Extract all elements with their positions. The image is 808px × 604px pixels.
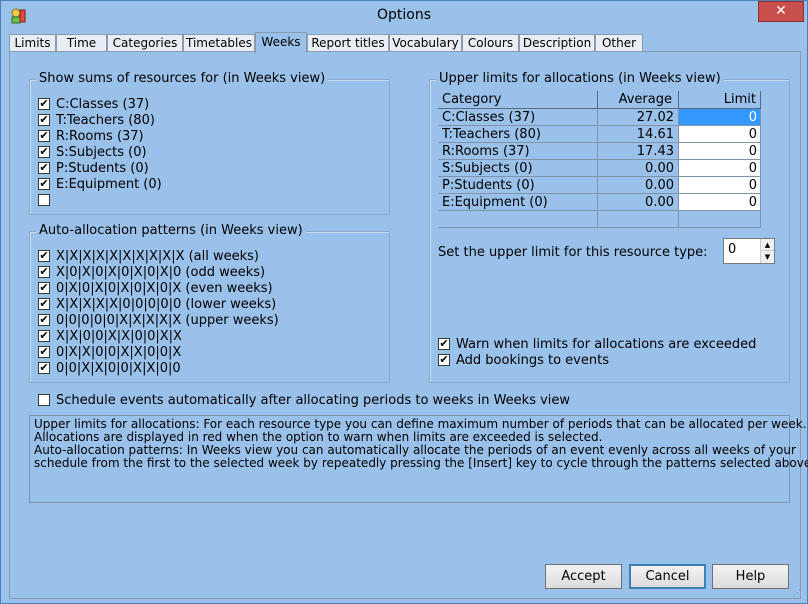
limit-cell[interactable]: 0 — [679, 194, 761, 211]
check-icon: ✔ — [38, 249, 50, 262]
check-icon: ✔ — [38, 113, 50, 126]
sums-checkbox-classes[interactable]: ✔ C:Classes (37) — [38, 96, 149, 112]
tab-report-titles[interactable]: Report titles — [307, 34, 389, 52]
pattern-checkbox-8[interactable]: ✔ 0|0|X|X|0|0|X|X|0|0 — [38, 360, 181, 376]
sums-checkbox-teachers[interactable]: ✔ T:Teachers (80) — [38, 112, 155, 128]
column-header-average[interactable]: Average — [598, 91, 679, 109]
check-icon: ✔ — [38, 97, 50, 110]
limit-cell[interactable] — [679, 211, 761, 228]
limit-cell[interactable]: 0 — [679, 160, 761, 177]
check-icon: ✔ — [38, 361, 50, 374]
pattern-checkbox-lower-weeks[interactable]: ✔ X|X|X|X|X|0|0|0|0|0 (lower weeks) — [38, 296, 276, 312]
sums-checkbox-students[interactable]: ✔ P:Students (0) — [38, 160, 149, 176]
check-icon: ✔ — [438, 353, 450, 366]
table-row[interactable]: E:Equipment (0) 0.00 0 — [438, 194, 761, 211]
sums-groupbox: Show sums of resources for (in Weeks vie… — [29, 71, 390, 215]
tab-description[interactable]: Description — [519, 34, 595, 52]
limit-cell[interactable]: 0 — [679, 126, 761, 143]
tab-limits[interactable]: Limits — [9, 34, 56, 52]
check-icon: ✔ — [38, 345, 50, 358]
set-limit-label: Set the upper limit for this resource ty… — [438, 245, 708, 260]
pattern-checkbox-6[interactable]: ✔ X|X|0|0|X|X|0|0|X|X — [38, 328, 182, 344]
check-icon: ✔ — [38, 329, 50, 342]
help-text-box: Upper limits for allocations: For each r… — [29, 415, 808, 503]
limit-cell[interactable]: 0 — [679, 177, 761, 194]
check-icon: ✔ — [38, 129, 50, 142]
pattern-checkbox-7[interactable]: ✔ 0|X|X|0|0|X|X|0|0|X — [38, 344, 181, 360]
limit-spinbox-value[interactable]: 0 — [728, 242, 736, 257]
sums-group-title: Show sums of resources for (in Weeks vie… — [36, 71, 329, 86]
tab-vocabulary[interactable]: Vocabulary — [389, 34, 462, 52]
help-button[interactable]: Help — [712, 564, 789, 589]
sums-checkbox-subjects[interactable]: ✔ S:Subjects (0) — [38, 144, 147, 160]
options-dialog: Options ✕ Limits Time Categories Timetab… — [0, 0, 808, 604]
window-title: Options — [376, 7, 432, 23]
check-icon: ✔ — [38, 145, 50, 158]
add-bookings-checkbox[interactable]: ✔ Add bookings to events — [438, 352, 609, 368]
limit-cell-selected[interactable]: 0 — [679, 109, 761, 126]
sums-checkbox-rooms[interactable]: ✔ R:Rooms (37) — [38, 128, 144, 144]
table-row[interactable] — [438, 211, 761, 228]
column-header-limit[interactable]: Limit — [679, 91, 761, 109]
spin-up-icon[interactable]: ▲ — [761, 239, 774, 251]
check-icon: ✔ — [38, 313, 50, 326]
tab-weeks[interactable]: Weeks — [255, 32, 307, 53]
sums-checkbox-equipment[interactable]: ✔ E:Equipment (0) — [38, 176, 162, 192]
pattern-checkbox-odd-weeks[interactable]: ✔ X|0|X|0|X|0|X|0|X|0 (odd weeks) — [38, 264, 265, 280]
tab-bar: Limits Time Categories Timetables Weeks … — [9, 32, 801, 53]
limits-group-title: Upper limits for allocations (in Weeks v… — [436, 71, 724, 86]
column-header-category[interactable]: Category — [438, 91, 598, 109]
title-bar: Options ✕ — [1, 1, 807, 31]
limit-spinbox[interactable]: 0 ▲ ▼ — [723, 238, 775, 264]
tab-other[interactable]: Other — [595, 34, 643, 52]
table-row[interactable]: P:Students (0) 0.00 0 — [438, 177, 761, 194]
resize-grip-icon[interactable]: ⋰ — [793, 589, 803, 599]
warn-limits-checkbox[interactable]: ✔ Warn when limits for allocations are ex… — [438, 336, 756, 352]
check-icon: ✔ — [38, 161, 50, 174]
tab-colours[interactable]: Colours — [462, 34, 519, 52]
patterns-groupbox: Auto-allocation patterns (in Weeks view)… — [29, 223, 390, 383]
check-icon: ✔ — [438, 337, 450, 350]
close-button[interactable]: ✕ — [758, 1, 804, 22]
table-row[interactable]: T:Teachers (80) 14.61 0 — [438, 126, 761, 143]
pattern-checkbox-all-weeks[interactable]: ✔ X|X|X|X|X|X|X|X|X|X (all weeks) — [38, 248, 259, 264]
tab-categories[interactable]: Categories — [107, 34, 183, 52]
sums-checkbox-empty[interactable] — [38, 192, 56, 208]
cancel-button[interactable]: Cancel — [629, 564, 706, 589]
pattern-checkbox-upper-weeks[interactable]: ✔ 0|0|0|0|0|X|X|X|X|X (upper weeks) — [38, 312, 279, 328]
limits-table: Category Average Limit C:Classes (37) 27… — [438, 91, 761, 228]
schedule-auto-checkbox[interactable]: Schedule events automatically after allo… — [38, 392, 570, 408]
pattern-checkbox-even-weeks[interactable]: ✔ 0|X|0|X|0|X|0|X|0|X (even weeks) — [38, 280, 273, 296]
accept-button[interactable]: Accept — [545, 564, 622, 589]
table-row[interactable]: C:Classes (37) 27.02 0 — [438, 109, 761, 126]
check-icon: ✔ — [38, 177, 50, 190]
check-icon: ✔ — [38, 281, 50, 294]
tab-time[interactable]: Time — [56, 34, 107, 52]
table-row[interactable]: S:Subjects (0) 0.00 0 — [438, 160, 761, 177]
table-row[interactable]: R:Rooms (37) 17.43 0 — [438, 143, 761, 160]
patterns-group-title: Auto-allocation patterns (in Weeks view) — [36, 223, 306, 238]
limit-cell[interactable]: 0 — [679, 143, 761, 160]
close-icon: ✕ — [775, 3, 787, 19]
check-icon: ✔ — [38, 297, 50, 310]
check-icon: ✔ — [38, 265, 50, 278]
tab-timetables[interactable]: Timetables — [183, 34, 255, 52]
spin-down-icon[interactable]: ▼ — [761, 251, 774, 263]
